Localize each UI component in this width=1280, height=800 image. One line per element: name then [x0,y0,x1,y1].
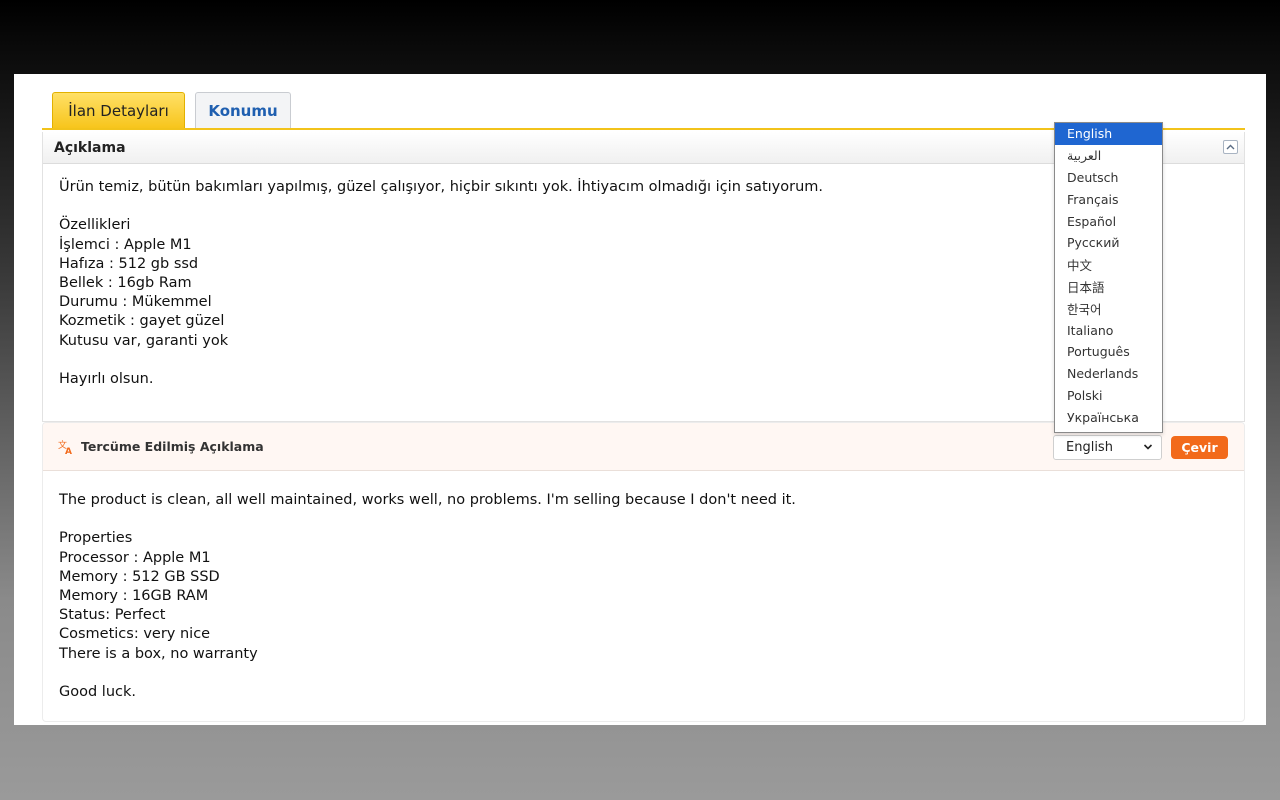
tab-listing-details-label: İlan Detayları [68,101,169,120]
language-option[interactable]: 日本語 [1055,276,1162,298]
description-title: Açıklama [54,139,126,156]
translate-button-label: Çevir [1181,440,1218,455]
tab-location[interactable]: Konumu [195,92,291,128]
language-dropdown: English العربية Deutsch Français Español… [1054,122,1163,433]
language-option[interactable]: Italiano [1055,319,1162,341]
translated-text: The product is clean, all well maintaine… [59,492,796,701]
language-option[interactable]: 한국어 [1055,297,1162,319]
language-option[interactable]: العربية [1055,145,1162,167]
language-option[interactable]: Українська [1055,406,1162,428]
chevron-down-icon [1143,444,1153,450]
translate-button[interactable]: Çevir [1171,436,1228,459]
language-select[interactable]: English [1053,435,1162,460]
translation-title: Tercüme Edilmiş Açıklama [81,439,264,454]
tab-listing-details[interactable]: İlan Detayları [52,92,185,128]
collapse-button[interactable] [1223,140,1238,154]
language-option[interactable]: Русский [1055,232,1162,254]
language-option[interactable]: Français [1055,188,1162,210]
description-text: Ürün temiz, bütün bakımları yapılmış, gü… [59,179,823,388]
translate-icon: 文 A [58,439,72,455]
language-option[interactable]: Deutsch [1055,167,1162,189]
svg-text:A: A [65,447,72,455]
tab-location-label: Konumu [208,101,278,120]
language-option[interactable]: Nederlands [1055,363,1162,385]
language-option[interactable]: 中文 [1055,254,1162,276]
language-option[interactable]: Polski [1055,385,1162,407]
language-select-value: English [1066,440,1113,455]
language-option[interactable]: English [1055,123,1162,145]
language-option[interactable]: Português [1055,341,1162,363]
language-option[interactable]: Español [1055,210,1162,232]
chevron-up-icon [1226,144,1235,150]
translation-panel: 文 A Tercüme Edilmiş Açıklama English Çev… [42,422,1245,722]
listing-page: İlan Detayları Konumu Açıklama Ürün temi… [14,74,1266,725]
